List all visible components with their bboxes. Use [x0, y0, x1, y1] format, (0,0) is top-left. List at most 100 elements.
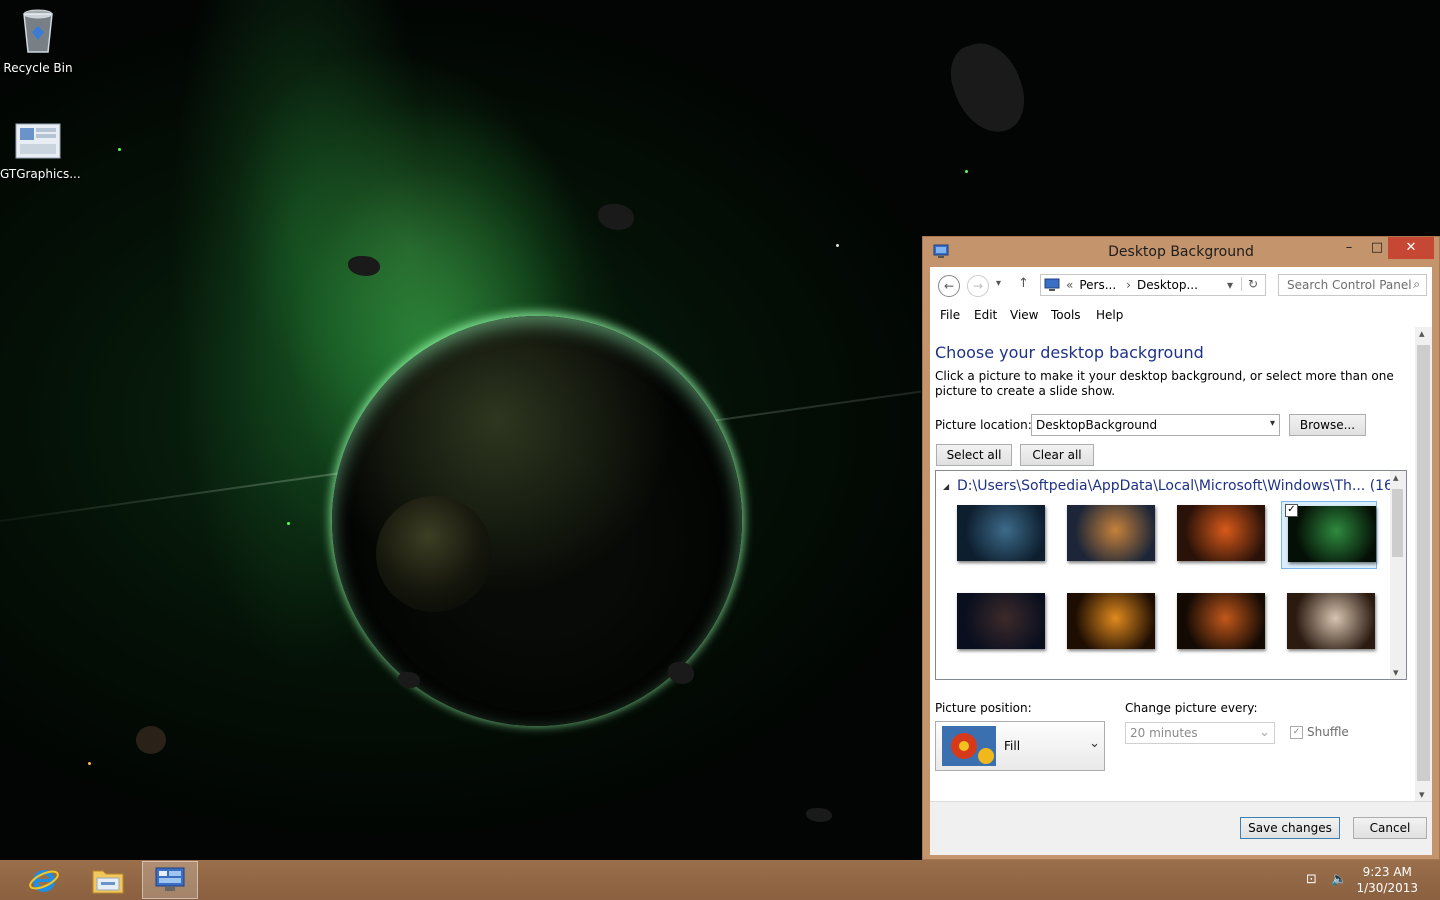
group-collapse-icon[interactable]: ◢: [943, 482, 949, 491]
change-interval-select[interactable]: 20 minutes ⌄: [1125, 722, 1275, 744]
thumbnail-cell[interactable]: [1171, 589, 1267, 657]
picture-location-select[interactable]: DesktopBackground ▾: [1031, 414, 1280, 436]
navigation-bar: ← → ▾ ↑ « Pers... › Desktop... ▾ ↻ Searc…: [930, 267, 1432, 305]
star: [118, 148, 121, 151]
asteroid: [598, 204, 634, 230]
shuffle-check-icon: ✓: [1290, 725, 1303, 739]
scroll-down-icon[interactable]: ▾: [1419, 788, 1425, 801]
close-button[interactable]: ✕: [1388, 237, 1434, 259]
asteroid: [942, 34, 1034, 142]
gallery-scrollbar[interactable]: ▴ ▾: [1390, 471, 1406, 679]
scroll-down-icon[interactable]: ▾: [1393, 666, 1399, 679]
picture-gallery: ◢ D:\Users\Softpedia\AppData\Local\Micro…: [935, 470, 1407, 680]
asteroid: [398, 672, 420, 688]
chevron-down-icon: ⌄: [1089, 736, 1100, 751]
asteroid: [668, 662, 694, 684]
star: [836, 244, 839, 247]
menu-tools[interactable]: Tools: [1051, 308, 1081, 322]
search-input[interactable]: Search Control Panel ⌕: [1278, 274, 1427, 296]
thumb-aurora-ship: [957, 505, 1045, 561]
search-placeholder: Search Control Panel: [1287, 278, 1412, 292]
shuffle-label: Shuffle: [1307, 725, 1349, 739]
scroll-up-icon[interactable]: ▴: [1393, 471, 1399, 484]
thumbnail-checkbox[interactable]: ✓: [1285, 504, 1298, 517]
breadcrumb-desktop-background[interactable]: Desktop...: [1137, 278, 1198, 292]
desktop-icon-label: Recycle Bin: [3, 61, 73, 75]
breadcrumb-arrow[interactable]: ›: [1126, 278, 1131, 292]
address-dropdown-arrow[interactable]: ▾: [1227, 278, 1233, 292]
clock-date: 1/30/2013: [1356, 881, 1418, 895]
thumbnail-cell[interactable]: ✓: [1281, 501, 1377, 569]
desktop-icon-gtgraphics[interactable]: GTGraphics...: [0, 120, 81, 181]
search-icon[interactable]: ⌕: [1413, 277, 1420, 292]
picture-location-value: DesktopBackground: [1036, 418, 1158, 432]
thumbnail-cell[interactable]: [1281, 589, 1377, 657]
desktop-background-window: Desktop Background – □ ✕ ← → ▾ ↑ « Pers.…: [922, 236, 1440, 860]
asteroid: [806, 808, 832, 822]
thumbnail-cell[interactable]: [1061, 589, 1157, 657]
system-clock[interactable]: 9:23 AM 1/30/2013: [1356, 864, 1418, 896]
star: [287, 522, 290, 525]
volume-icon[interactable]: 🔈: [1331, 872, 1347, 887]
taskbar-file-explorer[interactable]: [80, 861, 136, 899]
chevron-down-icon: ▾: [1269, 418, 1275, 429]
address-bar[interactable]: « Pers... › Desktop... ▾ ↻: [1040, 274, 1266, 296]
page-description: Click a picture to make it your desktop …: [935, 369, 1394, 398]
star: [965, 170, 968, 173]
shuffle-checkbox[interactable]: ✓ Shuffle: [1290, 725, 1349, 739]
breadcrumb-personalization[interactable]: Pers...: [1079, 278, 1116, 292]
taskbar-control-panel[interactable]: [142, 861, 198, 899]
flower-preview-icon: [942, 726, 996, 766]
dialog-footer: Save changes Cancel: [930, 801, 1432, 855]
clock-time: 9:23 AM: [1362, 865, 1412, 879]
taskbar: ⊡ 🔈 9:23 AM 1/30/2013: [0, 860, 1440, 900]
page-title: Choose your desktop background: [935, 343, 1204, 362]
breadcrumb-separator: «: [1066, 278, 1074, 292]
moon: [376, 496, 492, 612]
thumb-dark-horizon: [957, 593, 1045, 649]
desktop-icon-recycle-bin[interactable]: Recycle Bin: [0, 6, 76, 75]
picture-position-value: Fill: [1004, 739, 1021, 753]
control-panel-icon: [155, 867, 185, 891]
clear-all-button[interactable]: Clear all: [1020, 444, 1094, 466]
minimize-button[interactable]: –: [1335, 237, 1363, 259]
scroll-up-icon[interactable]: ▴: [1419, 327, 1425, 340]
save-changes-button[interactable]: Save changes: [1240, 817, 1340, 839]
menu-edit[interactable]: Edit: [974, 308, 997, 322]
select-all-button[interactable]: Select all: [936, 444, 1012, 466]
up-button[interactable]: ↑: [1018, 276, 1029, 291]
thumb-planet-horizon: [1067, 505, 1155, 561]
scrollbar-thumb[interactable]: [1392, 489, 1403, 557]
back-button[interactable]: ←: [938, 275, 960, 297]
internet-explorer-icon: [29, 870, 59, 892]
title-bar[interactable]: Desktop Background – □ ✕: [923, 237, 1439, 267]
menu-view[interactable]: View: [1010, 308, 1038, 322]
thumbnail-cell[interactable]: [951, 501, 1047, 569]
maximize-button[interactable]: □: [1363, 237, 1391, 259]
browse-button[interactable]: Browse...: [1289, 414, 1366, 436]
thumb-orange-rings: [1067, 593, 1155, 649]
file-explorer-icon: [92, 870, 124, 894]
star: [88, 762, 91, 765]
network-icon[interactable]: ⊡: [1306, 872, 1317, 887]
desktop-icon-label: GTGraphics...: [0, 167, 81, 181]
taskbar-internet-explorer[interactable]: [16, 861, 72, 899]
scrollbar-thumb[interactable]: [1417, 345, 1430, 781]
picture-group-header[interactable]: D:\Users\Softpedia\AppData\Local\Microso…: [957, 478, 1398, 494]
picture-position-select[interactable]: Fill ⌄: [935, 721, 1105, 771]
recent-pages-button[interactable]: ▾: [996, 278, 1001, 289]
thumb-comet: [1287, 593, 1375, 649]
menu-file[interactable]: File: [940, 308, 960, 322]
content-scrollbar[interactable]: ▴ ▾: [1415, 327, 1432, 801]
thumbnail-cell[interactable]: [951, 589, 1047, 657]
thumb-burning-planet: [1177, 593, 1265, 649]
thumbnail-cell[interactable]: [1171, 501, 1267, 569]
refresh-icon[interactable]: ↻: [1240, 277, 1258, 291]
thumbnail-cell[interactable]: [1061, 501, 1157, 569]
content-pane: Choose your desktop background Click a p…: [930, 327, 1415, 801]
thumb-green-planet: [1288, 506, 1376, 562]
window-client-area: ← → ▾ ↑ « Pers... › Desktop... ▾ ↻ Searc…: [930, 267, 1432, 855]
cancel-button[interactable]: Cancel: [1353, 817, 1427, 839]
menu-help[interactable]: Help: [1096, 308, 1123, 322]
forward-button[interactable]: →: [967, 275, 989, 297]
